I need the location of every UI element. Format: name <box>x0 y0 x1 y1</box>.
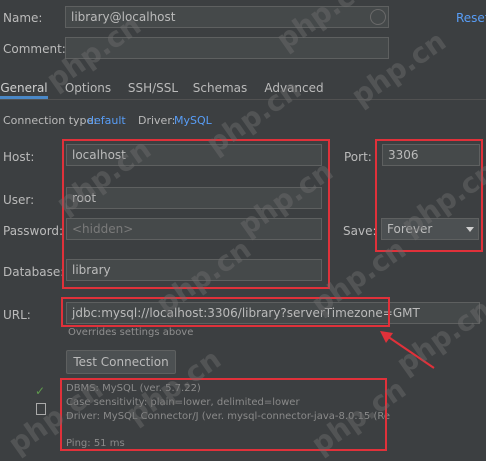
connection-type-label: Connection type: <box>3 114 98 127</box>
driver-label: Driver: <box>138 114 176 127</box>
database-input[interactable]: library <box>66 259 322 281</box>
url-note: Overrides settings above <box>68 327 194 338</box>
port-input[interactable]: 3306 <box>382 144 480 166</box>
reset-link[interactable]: Reset <box>456 11 486 25</box>
host-input[interactable]: localhost <box>66 144 322 166</box>
name-value: library@localhost <box>71 10 176 24</box>
user-label: User: <box>3 193 35 207</box>
password-label: Password: <box>3 224 64 238</box>
chevron-down-icon[interactable] <box>466 227 474 232</box>
dbms-info: DBMS: MySQL (ver. 5.7.22) <box>66 383 201 394</box>
comment-label: Comment: <box>3 42 66 56</box>
comment-input[interactable] <box>65 37 389 59</box>
database-value: library <box>72 263 111 277</box>
arrow-icon <box>380 331 435 369</box>
test-connection-button[interactable]: Test Connection <box>66 350 176 374</box>
case-info: Case sensitivity: plain=lower, delimited… <box>66 397 300 408</box>
check-icon: ✓ <box>35 384 46 398</box>
ping-info: Ping: 51 ms <box>66 438 125 449</box>
password-value: <hidden> <box>72 222 134 236</box>
port-value: 3306 <box>388 148 419 162</box>
save-label: Save: <box>343 224 377 238</box>
tab-ssh-ssl[interactable]: SSH/SSL <box>125 77 181 99</box>
host-label: Host: <box>3 150 35 164</box>
user-input[interactable]: root <box>66 187 322 209</box>
copy-icon[interactable] <box>36 403 46 415</box>
name-input[interactable]: library@localhost <box>65 6 389 28</box>
host-value: localhost <box>72 148 126 162</box>
connection-type-link[interactable]: default <box>87 114 126 127</box>
url-input[interactable]: jdbc:mysql://localhost:3306/library?serv… <box>66 302 480 324</box>
tab-general[interactable]: General <box>0 77 48 99</box>
driver-link[interactable]: MySQL <box>174 114 212 127</box>
save-select[interactable]: Forever <box>381 218 479 240</box>
tab-schemas[interactable]: Schemas <box>190 77 250 99</box>
name-label: Name: <box>3 11 43 25</box>
user-value: root <box>72 191 97 205</box>
url-label: URL: <box>3 308 31 322</box>
tab-advanced[interactable]: Advanced <box>262 77 326 99</box>
clear-icon[interactable] <box>370 9 386 25</box>
password-input[interactable]: <hidden> <box>66 218 322 240</box>
driver-info: Driver: MySQL Connector/J (ver. mysql-co… <box>66 411 391 422</box>
save-value: Forever <box>387 222 433 236</box>
url-value: jdbc:mysql://localhost:3306/library?serv… <box>72 306 420 320</box>
tabs-divider <box>0 99 486 100</box>
tab-options[interactable]: Options <box>60 77 116 99</box>
port-label: Port: <box>344 150 372 164</box>
database-label: Database: <box>3 265 65 279</box>
